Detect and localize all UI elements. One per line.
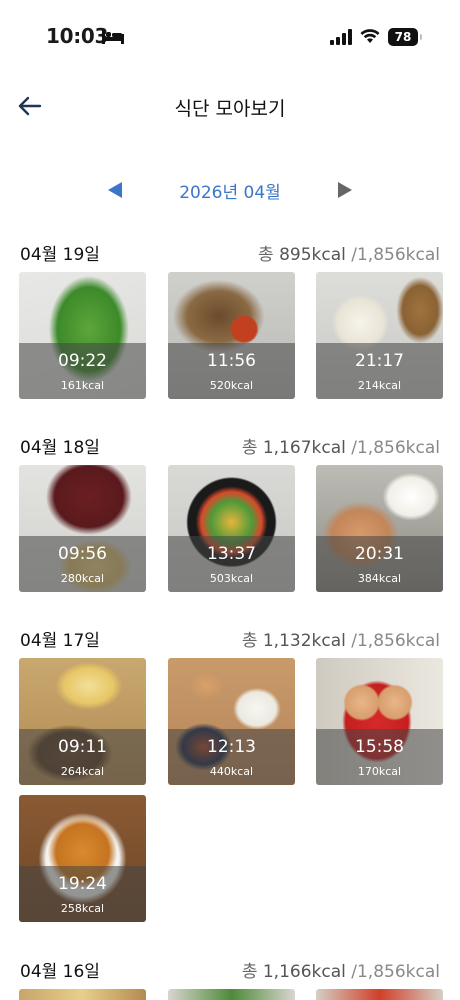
meal-thumbnail[interactable]: 09:11 264kcal: [19, 658, 146, 785]
meal-time: 09:22: [58, 351, 107, 371]
day-total: 총 1,166kcal /1,856kcal: [242, 957, 440, 982]
meal-kcal: 264kcal: [60, 765, 105, 778]
meal-thumbnail[interactable]: 20:31 384kcal: [316, 465, 443, 592]
month-navigator: 2026년 04월: [0, 170, 460, 210]
battery-indicator: 78: [388, 28, 422, 46]
meal-time: 19:24: [58, 874, 107, 894]
day-date: 04월 16일: [20, 962, 100, 982]
page-title: 식단 모아보기: [174, 98, 286, 120]
meal-kcal: 170kcal: [357, 765, 402, 778]
meal-thumbnail[interactable]: 13:37 503kcal: [168, 465, 295, 592]
meal-kcal: 258kcal: [60, 902, 105, 915]
goal-kcal: /1,856kcal: [351, 438, 440, 458]
consumed-kcal: 1,132kcal: [262, 631, 346, 651]
meal-kcal: 520kcal: [209, 379, 254, 392]
day-total: 총 1,132kcal /1,856kcal: [242, 626, 440, 651]
meal-time: 09:11: [58, 737, 107, 757]
consumed-kcal: 1,167kcal: [262, 438, 346, 458]
next-month-icon[interactable]: [334, 178, 358, 202]
meal-thumbnail[interactable]: [316, 989, 443, 1000]
day-total: 총 895kcal /1,856kcal: [258, 240, 440, 265]
bed-icon: [102, 30, 124, 44]
meal-kcal: 384kcal: [357, 572, 402, 585]
total-prefix: 총: [241, 438, 258, 458]
goal-kcal: /1,856kcal: [351, 631, 440, 651]
day-total: 총 1,167kcal /1,856kcal: [242, 433, 440, 458]
meal-thumbnail[interactable]: 09:56 280kcal: [19, 465, 146, 592]
meal-photo: [316, 989, 443, 1000]
wifi-icon: [360, 29, 380, 43]
meal-time: 13:37: [207, 544, 256, 564]
meal-thumbnail[interactable]: [168, 989, 295, 1000]
total-prefix: 총: [258, 245, 274, 265]
meal-thumbnail[interactable]: 15:58 170kcal: [316, 658, 443, 785]
day-header: 04월 19일 총 895kcal /1,856kcal: [20, 238, 440, 265]
meal-time: 21:17: [355, 351, 404, 371]
header: 식단 모아보기: [0, 80, 460, 132]
meal-thumbnail[interactable]: 09:22 161kcal: [19, 272, 146, 399]
battery-level: 78: [394, 30, 412, 44]
meal-kcal: 503kcal: [209, 572, 254, 585]
consumed-kcal: 895kcal: [279, 245, 346, 265]
meal-photo: [19, 989, 146, 1000]
meal-time: 15:58: [355, 737, 404, 757]
total-prefix: 총: [241, 962, 258, 982]
meal-thumbnail[interactable]: 12:13 440kcal: [168, 658, 295, 785]
day-header: 04월 17일 총 1,132kcal /1,856kcal: [20, 624, 440, 651]
goal-kcal: /1,856kcal: [351, 962, 440, 982]
meal-kcal: 280kcal: [60, 572, 105, 585]
day-date: 04월 18일: [20, 438, 100, 458]
month-label: 2026년 04월: [179, 183, 281, 203]
day-date: 04월 17일: [20, 631, 100, 651]
meal-kcal: 214kcal: [357, 379, 402, 392]
meal-time: 12:13: [207, 737, 256, 757]
meal-kcal: 161kcal: [60, 379, 105, 392]
meal-photo: [168, 989, 295, 1000]
day-header: 04월 18일 총 1,167kcal /1,856kcal: [20, 431, 440, 458]
meal-thumbnail[interactable]: [19, 989, 146, 1000]
meal-kcal: 440kcal: [209, 765, 254, 778]
day-header: 04월 16일 총 1,166kcal /1,856kcal: [20, 955, 440, 982]
status-time: 10:03: [46, 24, 109, 48]
meal-time: 20:31: [355, 544, 404, 564]
cellular-signal-icon: [330, 29, 352, 45]
status-bar: 10:03 78: [0, 0, 460, 76]
meal-thumbnail[interactable]: 21:17 214kcal: [316, 272, 443, 399]
meal-time: 11:56: [207, 351, 256, 371]
consumed-kcal: 1,166kcal: [262, 962, 346, 982]
meal-time: 09:56: [58, 544, 107, 564]
goal-kcal: /1,856kcal: [351, 245, 440, 265]
meal-thumbnail[interactable]: 11:56 520kcal: [168, 272, 295, 399]
total-prefix: 총: [241, 631, 258, 651]
meal-thumbnail[interactable]: 19:24 258kcal: [19, 795, 146, 922]
day-date: 04월 19일: [20, 245, 100, 265]
